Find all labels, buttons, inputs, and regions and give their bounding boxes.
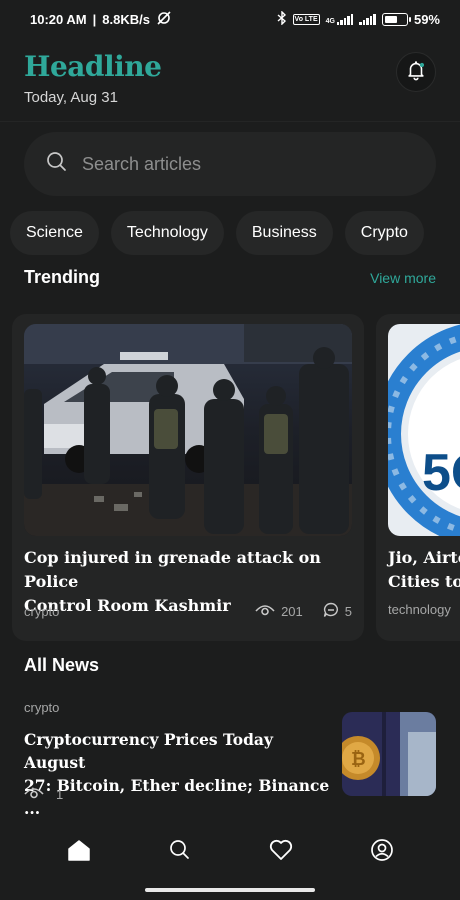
search-icon bbox=[46, 151, 68, 178]
nav-search[interactable] bbox=[160, 832, 200, 872]
category-chips: Science Technology Business Crypto bbox=[10, 211, 424, 255]
trending-card-title-line1: Cop injured in grenade attack on Police bbox=[24, 548, 321, 591]
trending-card-meta: crypto 201 5 bbox=[24, 602, 352, 621]
volte-badge: Vo LTE bbox=[292, 13, 320, 25]
search-icon bbox=[169, 839, 191, 866]
eye-icon bbox=[24, 786, 44, 803]
trending-card-title-line1: Jio, Airte bbox=[388, 548, 460, 567]
trending-card[interactable]: 5G Jio, Airte Cities to technology bbox=[376, 314, 460, 641]
trending-card-meta: technology bbox=[388, 602, 451, 617]
battery-icon bbox=[381, 12, 411, 26]
muted-alarm-icon bbox=[156, 10, 172, 29]
news-item-title-line1: Cryptocurrency Prices Today August bbox=[24, 730, 273, 772]
search-input[interactable] bbox=[82, 153, 402, 175]
header-date: Today, Aug 31 bbox=[24, 89, 118, 106]
comment-icon bbox=[323, 602, 339, 621]
news-list-item[interactable]: crypto Cryptocurrency Prices Today Augus… bbox=[24, 700, 436, 818]
battery-percent: 59% bbox=[413, 11, 440, 27]
trending-card-comments: 5 bbox=[344, 604, 352, 619]
home-icon bbox=[67, 839, 91, 866]
status-separator: | bbox=[92, 11, 97, 27]
header: Headline Today, Aug 31 bbox=[24, 50, 436, 110]
chip-business[interactable]: Business bbox=[235, 211, 333, 255]
signal-icon bbox=[359, 13, 376, 25]
status-time: 10:20 AM bbox=[30, 11, 87, 27]
news-item-stats: 1 bbox=[24, 786, 63, 803]
header-divider bbox=[0, 121, 460, 122]
heart-icon bbox=[269, 839, 293, 866]
news-item-views: 1 bbox=[56, 787, 64, 802]
trending-card-image bbox=[24, 324, 352, 536]
profile-icon bbox=[370, 838, 394, 867]
home-indicator bbox=[145, 888, 315, 892]
trending-title: Trending bbox=[24, 267, 100, 287]
eye-icon bbox=[255, 603, 275, 620]
status-right: Vo LTE 4G 59% bbox=[277, 9, 440, 28]
nav-home[interactable] bbox=[59, 832, 99, 872]
nav-profile[interactable] bbox=[362, 832, 402, 872]
chip-technology[interactable]: Technology bbox=[110, 211, 224, 255]
trending-card-image-text: 5G bbox=[422, 444, 460, 502]
trending-card-image: 5G bbox=[388, 324, 460, 536]
status-bar: 10:20 AM | 8.8KB/s Vo LTE 4G 59% bbox=[0, 0, 460, 38]
bottom-nav bbox=[0, 828, 460, 876]
nav-favorites[interactable] bbox=[261, 832, 301, 872]
notifications-button[interactable] bbox=[396, 52, 436, 92]
all-news-title: All News bbox=[24, 655, 100, 675]
signal-4g-icon: 4G bbox=[325, 13, 354, 25]
news-item-thumbnail: ₿ bbox=[342, 712, 436, 796]
trending-card-stats: 201 5 bbox=[255, 602, 352, 621]
trending-card[interactable]: Cop injured in grenade attack on Police … bbox=[12, 314, 364, 641]
trending-card-views: 201 bbox=[281, 604, 303, 619]
status-left: 10:20 AM | 8.8KB/s bbox=[30, 10, 172, 29]
trending-card-title-line2: Cities to bbox=[388, 572, 460, 591]
news-item-title: Cryptocurrency Prices Today August 27: B… bbox=[24, 728, 334, 820]
trending-card-category: technology bbox=[388, 602, 451, 617]
news-item-title-line2: 27: Bitcoin, Ether decline; Binance ... bbox=[24, 776, 330, 818]
search-bar[interactable] bbox=[24, 132, 436, 196]
bluetooth-icon bbox=[277, 9, 287, 28]
svg-text:₿: ₿ bbox=[351, 749, 366, 769]
view-more-link[interactable]: View more bbox=[370, 270, 436, 286]
chip-crypto[interactable]: Crypto bbox=[344, 211, 424, 255]
bell-icon bbox=[405, 59, 427, 86]
status-speed: 8.8KB/s bbox=[102, 11, 150, 27]
app-title: Headline bbox=[24, 50, 162, 83]
chip-science[interactable]: Science bbox=[10, 211, 99, 255]
network-type-label: 4G bbox=[325, 17, 335, 25]
trending-card-category: crypto bbox=[24, 604, 60, 619]
trending-card-title: Jio, Airte Cities to bbox=[388, 546, 460, 594]
